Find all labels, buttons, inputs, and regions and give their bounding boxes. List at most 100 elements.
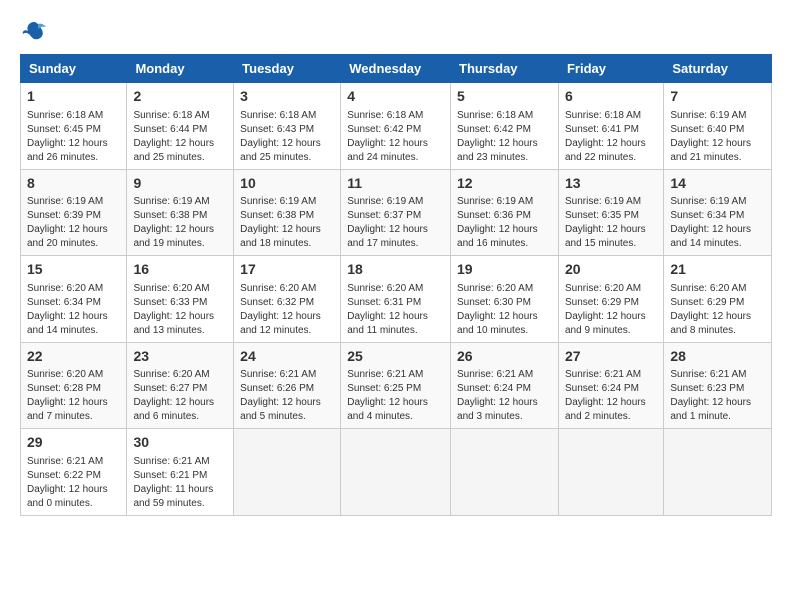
day-number: 5 <box>457 87 552 107</box>
day-info: Sunrise: 6:18 AM Sunset: 6:45 PM Dayligh… <box>27 109 120 165</box>
day-number: 8 <box>27 174 120 194</box>
day-info: Sunrise: 6:20 AM Sunset: 6:31 PM Dayligh… <box>347 282 444 338</box>
day-cell: 16Sunrise: 6:20 AM Sunset: 6:33 PM Dayli… <box>127 256 234 343</box>
day-number: 7 <box>670 87 765 107</box>
day-info: Sunrise: 6:21 AM Sunset: 6:21 PM Dayligh… <box>133 455 227 511</box>
calendar-table: SundayMondayTuesdayWednesdayThursdayFrid… <box>20 54 772 516</box>
day-number: 15 <box>27 260 120 280</box>
day-info: Sunrise: 6:21 AM Sunset: 6:24 PM Dayligh… <box>565 368 657 424</box>
day-cell: 28Sunrise: 6:21 AM Sunset: 6:23 PM Dayli… <box>664 342 772 429</box>
day-cell: 20Sunrise: 6:20 AM Sunset: 6:29 PM Dayli… <box>558 256 663 343</box>
day-number: 17 <box>240 260 334 280</box>
day-number: 9 <box>133 174 227 194</box>
day-info: Sunrise: 6:21 AM Sunset: 6:23 PM Dayligh… <box>670 368 765 424</box>
week-row-1: 1Sunrise: 6:18 AM Sunset: 6:45 PM Daylig… <box>21 83 772 170</box>
logo <box>20 18 52 46</box>
day-info: Sunrise: 6:19 AM Sunset: 6:39 PM Dayligh… <box>27 195 120 251</box>
day-info: Sunrise: 6:20 AM Sunset: 6:33 PM Dayligh… <box>133 282 227 338</box>
day-cell: 13Sunrise: 6:19 AM Sunset: 6:35 PM Dayli… <box>558 169 663 256</box>
day-info: Sunrise: 6:20 AM Sunset: 6:30 PM Dayligh… <box>457 282 552 338</box>
day-cell: 29Sunrise: 6:21 AM Sunset: 6:22 PM Dayli… <box>21 429 127 516</box>
col-header-saturday: Saturday <box>664 55 772 83</box>
day-cell: 9Sunrise: 6:19 AM Sunset: 6:38 PM Daylig… <box>127 169 234 256</box>
day-info: Sunrise: 6:18 AM Sunset: 6:41 PM Dayligh… <box>565 109 657 165</box>
week-row-4: 22Sunrise: 6:20 AM Sunset: 6:28 PM Dayli… <box>21 342 772 429</box>
day-number: 16 <box>133 260 227 280</box>
day-cell: 17Sunrise: 6:20 AM Sunset: 6:32 PM Dayli… <box>234 256 341 343</box>
day-info: Sunrise: 6:19 AM Sunset: 6:34 PM Dayligh… <box>670 195 765 251</box>
day-info: Sunrise: 6:20 AM Sunset: 6:32 PM Dayligh… <box>240 282 334 338</box>
logo-icon <box>20 18 48 46</box>
day-cell: 19Sunrise: 6:20 AM Sunset: 6:30 PM Dayli… <box>451 256 559 343</box>
day-cell: 3Sunrise: 6:18 AM Sunset: 6:43 PM Daylig… <box>234 83 341 170</box>
header <box>20 18 772 46</box>
day-number: 19 <box>457 260 552 280</box>
day-number: 28 <box>670 347 765 367</box>
day-number: 11 <box>347 174 444 194</box>
day-info: Sunrise: 6:20 AM Sunset: 6:29 PM Dayligh… <box>670 282 765 338</box>
day-cell: 24Sunrise: 6:21 AM Sunset: 6:26 PM Dayli… <box>234 342 341 429</box>
day-number: 13 <box>565 174 657 194</box>
col-header-sunday: Sunday <box>21 55 127 83</box>
day-cell: 12Sunrise: 6:19 AM Sunset: 6:36 PM Dayli… <box>451 169 559 256</box>
day-cell: 11Sunrise: 6:19 AM Sunset: 6:37 PM Dayli… <box>341 169 451 256</box>
day-cell <box>451 429 559 516</box>
day-info: Sunrise: 6:21 AM Sunset: 6:26 PM Dayligh… <box>240 368 334 424</box>
day-number: 18 <box>347 260 444 280</box>
day-cell: 23Sunrise: 6:20 AM Sunset: 6:27 PM Dayli… <box>127 342 234 429</box>
day-info: Sunrise: 6:21 AM Sunset: 6:24 PM Dayligh… <box>457 368 552 424</box>
day-info: Sunrise: 6:21 AM Sunset: 6:22 PM Dayligh… <box>27 455 120 511</box>
day-cell: 1Sunrise: 6:18 AM Sunset: 6:45 PM Daylig… <box>21 83 127 170</box>
col-header-tuesday: Tuesday <box>234 55 341 83</box>
day-info: Sunrise: 6:20 AM Sunset: 6:34 PM Dayligh… <box>27 282 120 338</box>
header-row: SundayMondayTuesdayWednesdayThursdayFrid… <box>21 55 772 83</box>
day-number: 29 <box>27 433 120 453</box>
day-cell: 5Sunrise: 6:18 AM Sunset: 6:42 PM Daylig… <box>451 83 559 170</box>
day-info: Sunrise: 6:20 AM Sunset: 6:29 PM Dayligh… <box>565 282 657 338</box>
day-cell: 26Sunrise: 6:21 AM Sunset: 6:24 PM Dayli… <box>451 342 559 429</box>
day-cell <box>664 429 772 516</box>
day-number: 22 <box>27 347 120 367</box>
col-header-friday: Friday <box>558 55 663 83</box>
day-info: Sunrise: 6:19 AM Sunset: 6:37 PM Dayligh… <box>347 195 444 251</box>
day-cell: 27Sunrise: 6:21 AM Sunset: 6:24 PM Dayli… <box>558 342 663 429</box>
day-info: Sunrise: 6:19 AM Sunset: 6:40 PM Dayligh… <box>670 109 765 165</box>
day-cell: 4Sunrise: 6:18 AM Sunset: 6:42 PM Daylig… <box>341 83 451 170</box>
day-info: Sunrise: 6:20 AM Sunset: 6:28 PM Dayligh… <box>27 368 120 424</box>
day-cell: 15Sunrise: 6:20 AM Sunset: 6:34 PM Dayli… <box>21 256 127 343</box>
day-cell: 22Sunrise: 6:20 AM Sunset: 6:28 PM Dayli… <box>21 342 127 429</box>
day-info: Sunrise: 6:21 AM Sunset: 6:25 PM Dayligh… <box>347 368 444 424</box>
day-info: Sunrise: 6:20 AM Sunset: 6:27 PM Dayligh… <box>133 368 227 424</box>
week-row-2: 8Sunrise: 6:19 AM Sunset: 6:39 PM Daylig… <box>21 169 772 256</box>
day-cell: 7Sunrise: 6:19 AM Sunset: 6:40 PM Daylig… <box>664 83 772 170</box>
day-number: 23 <box>133 347 227 367</box>
day-cell: 6Sunrise: 6:18 AM Sunset: 6:41 PM Daylig… <box>558 83 663 170</box>
day-cell: 21Sunrise: 6:20 AM Sunset: 6:29 PM Dayli… <box>664 256 772 343</box>
day-info: Sunrise: 6:18 AM Sunset: 6:42 PM Dayligh… <box>347 109 444 165</box>
day-info: Sunrise: 6:18 AM Sunset: 6:43 PM Dayligh… <box>240 109 334 165</box>
day-number: 1 <box>27 87 120 107</box>
week-row-5: 29Sunrise: 6:21 AM Sunset: 6:22 PM Dayli… <box>21 429 772 516</box>
day-info: Sunrise: 6:19 AM Sunset: 6:38 PM Dayligh… <box>240 195 334 251</box>
day-cell: 18Sunrise: 6:20 AM Sunset: 6:31 PM Dayli… <box>341 256 451 343</box>
day-number: 12 <box>457 174 552 194</box>
day-number: 21 <box>670 260 765 280</box>
page: SundayMondayTuesdayWednesdayThursdayFrid… <box>0 0 792 526</box>
day-cell <box>341 429 451 516</box>
week-row-3: 15Sunrise: 6:20 AM Sunset: 6:34 PM Dayli… <box>21 256 772 343</box>
col-header-monday: Monday <box>127 55 234 83</box>
day-number: 4 <box>347 87 444 107</box>
day-cell: 8Sunrise: 6:19 AM Sunset: 6:39 PM Daylig… <box>21 169 127 256</box>
day-number: 24 <box>240 347 334 367</box>
day-cell <box>234 429 341 516</box>
col-header-wednesday: Wednesday <box>341 55 451 83</box>
day-info: Sunrise: 6:19 AM Sunset: 6:36 PM Dayligh… <box>457 195 552 251</box>
day-number: 10 <box>240 174 334 194</box>
day-info: Sunrise: 6:18 AM Sunset: 6:44 PM Dayligh… <box>133 109 227 165</box>
day-number: 20 <box>565 260 657 280</box>
day-cell: 25Sunrise: 6:21 AM Sunset: 6:25 PM Dayli… <box>341 342 451 429</box>
day-number: 26 <box>457 347 552 367</box>
day-number: 6 <box>565 87 657 107</box>
day-cell <box>558 429 663 516</box>
day-info: Sunrise: 6:19 AM Sunset: 6:38 PM Dayligh… <box>133 195 227 251</box>
